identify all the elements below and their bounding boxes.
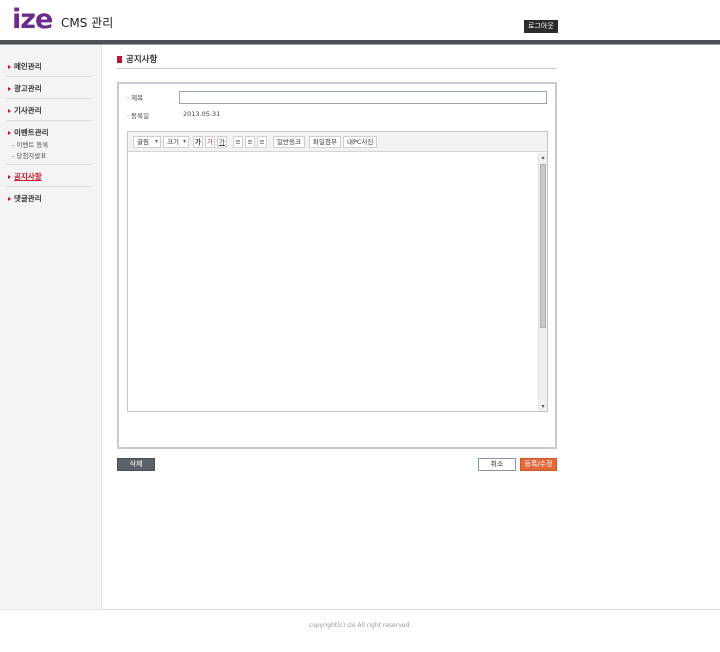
editor-content-area[interactable]: [128, 153, 538, 411]
sidebar-item-label: 메인관리: [14, 62, 42, 71]
link-button[interactable]: 일반링크: [273, 136, 305, 148]
sidebar-item-articles[interactable]: 기사관리: [8, 105, 42, 116]
sidebar-item-label: 기사관리: [14, 106, 42, 115]
scroll-up-icon[interactable]: ▴: [539, 153, 547, 162]
arrow-right-icon: [8, 131, 11, 135]
sidebar-item-label: 댓글관리: [14, 194, 42, 203]
cms-page: ize CMS 관리 로그아웃 메인관리 광고관리 기사관리 이벤트관리 - 이…: [0, 0, 720, 652]
title-marker-icon: [117, 56, 122, 63]
editor-scrollbar[interactable]: ▴ ▾: [538, 153, 547, 411]
sidebar-divider: [6, 76, 92, 77]
text-color-button[interactable]: 가: [205, 136, 215, 148]
sidebar-subitem-winners[interactable]: - 당첨자발표: [12, 150, 46, 160]
scroll-thumb[interactable]: [540, 164, 546, 328]
align-right-icon[interactable]: ≡: [257, 136, 267, 148]
sidebar-item-label: 공지사항: [14, 172, 42, 181]
rich-text-editor: 굴림 크기 가 가 가 ≡ ≡ ≡ 일반링크 파일첨부 내PC사진 ▴ ▾: [127, 131, 548, 412]
subject-input[interactable]: [179, 91, 547, 104]
background-color-button[interactable]: 가: [217, 136, 227, 148]
logout-button[interactable]: 로그아웃: [524, 20, 558, 33]
font-size-select[interactable]: 크기: [163, 136, 189, 148]
sidebar-item-notices[interactable]: 공지사항: [8, 171, 42, 182]
ize-logo[interactable]: ize: [12, 5, 53, 35]
align-center-icon[interactable]: ≡: [245, 136, 255, 148]
photo-upload-button[interactable]: 내PC사진: [343, 136, 378, 148]
font-family-select[interactable]: 굴림: [133, 136, 161, 148]
scroll-down-icon[interactable]: ▾: [539, 402, 547, 411]
editor-toolbar: 굴림 크기 가 가 가 ≡ ≡ ≡ 일반링크 파일첨부 내PC사진: [128, 132, 547, 152]
copyright-text: copyright(c) ize All right reserved.: [308, 622, 412, 629]
date-label: · 등록일: [127, 112, 150, 120]
sidebar-divider: [6, 186, 92, 187]
attach-file-button[interactable]: 파일첨부: [309, 136, 341, 148]
title-divider: [117, 68, 557, 69]
header-divider-line: [0, 44, 720, 45]
footer: copyright(c) ize All right reserved.: [0, 610, 720, 652]
sidebar-item-comments[interactable]: 댓글관리: [8, 193, 42, 204]
submit-button[interactable]: 등록/수정: [520, 458, 557, 471]
cancel-button[interactable]: 취소: [478, 458, 516, 471]
sidebar-divider: [6, 164, 92, 165]
subject-label: · 제목: [127, 94, 144, 102]
align-left-icon[interactable]: ≡: [233, 136, 243, 148]
app-title: CMS 관리: [61, 16, 114, 30]
sidebar-item-label: 이벤트관리: [14, 128, 49, 137]
sidebar-item-main[interactable]: 메인관리: [8, 61, 42, 72]
page-title: 공지사항: [117, 53, 157, 65]
bold-button[interactable]: 가: [193, 136, 203, 148]
arrow-right-icon: [8, 109, 11, 113]
sidebar-item-label: 광고관리: [14, 84, 42, 93]
header: ize CMS 관리 로그아웃: [0, 0, 720, 40]
delete-button[interactable]: 삭제: [117, 458, 155, 471]
sidebar-item-ads[interactable]: 광고관리: [8, 83, 42, 94]
registration-date: 2013.05.31: [183, 110, 221, 118]
page-title-text: 공지사항: [126, 55, 158, 65]
arrow-right-icon: [8, 175, 11, 179]
sidebar-divider: [6, 98, 92, 99]
arrow-right-icon: [8, 87, 11, 91]
sidebar-item-events[interactable]: 이벤트관리: [8, 127, 49, 138]
arrow-right-icon: [8, 197, 11, 201]
arrow-right-icon: [8, 65, 11, 69]
sidebar-subitem-event-register[interactable]: - 이벤트 등록: [12, 139, 48, 149]
sidebar-divider: [6, 120, 92, 121]
